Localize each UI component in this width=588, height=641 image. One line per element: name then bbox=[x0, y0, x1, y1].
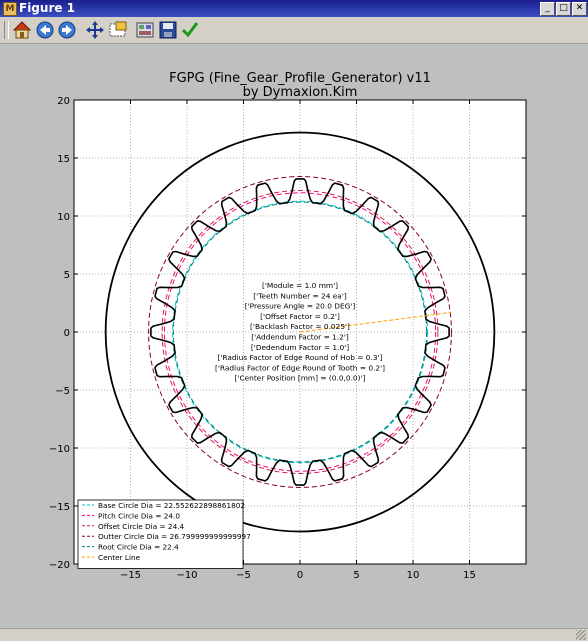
annotation-line: ['Offset Factor = 0.2'] bbox=[260, 312, 340, 321]
edit-button[interactable] bbox=[180, 20, 200, 40]
back-button[interactable] bbox=[35, 20, 55, 40]
back-arrow-icon bbox=[36, 21, 54, 39]
home-button[interactable] bbox=[12, 20, 32, 40]
legend: Base Circle Dia = 22.552622898861802Pitc… bbox=[77, 499, 251, 569]
toolbar bbox=[0, 17, 588, 44]
y-tick-label: 10 bbox=[57, 212, 70, 223]
save-button[interactable] bbox=[158, 20, 178, 40]
zoom-rect-icon bbox=[109, 21, 127, 37]
subplots-button[interactable] bbox=[135, 20, 155, 40]
x-tick-label: −15 bbox=[120, 570, 141, 581]
window-title: Figure 1 bbox=[19, 1, 76, 15]
move-arrows-icon bbox=[86, 21, 104, 39]
annotation-line: ['Center Position [mm] = (0.0,0.0)'] bbox=[235, 374, 366, 383]
maximize-button[interactable]: □ bbox=[556, 2, 571, 16]
save-floppy-icon bbox=[159, 21, 177, 39]
y-tick-label: 20 bbox=[57, 96, 70, 107]
gear-chart[interactable]: FGPG (Fine_Gear_Profile_Generator) v11 b… bbox=[0, 44, 588, 628]
pan-button[interactable] bbox=[85, 20, 105, 40]
app-icon: M bbox=[3, 2, 17, 16]
y-tick-label: 5 bbox=[64, 270, 70, 281]
figure-canvas: FGPG (Fine_Gear_Profile_Generator) v11 b… bbox=[0, 44, 588, 628]
y-tick-label: −20 bbox=[49, 560, 70, 571]
y-tick-label: −5 bbox=[55, 386, 70, 397]
legend-entry: Pitch Circle Dia = 24.0 bbox=[98, 511, 180, 520]
annotation-line: ['Dedendum Factor = 1.0'] bbox=[251, 343, 349, 352]
toolbar-grip bbox=[4, 21, 9, 39]
forward-button[interactable] bbox=[57, 20, 77, 40]
y-tick-label: 0 bbox=[64, 328, 70, 339]
window-titlebar: M Figure 1 _ □ ✕ bbox=[0, 0, 588, 17]
x-tick-label: 15 bbox=[463, 570, 476, 581]
resize-grip[interactable] bbox=[576, 630, 586, 640]
x-tick-label: −10 bbox=[176, 570, 197, 581]
zoom-button[interactable] bbox=[108, 20, 128, 40]
annotation-line: ['Module = 1.0 mm'] bbox=[262, 281, 338, 290]
subplots-config-icon bbox=[136, 22, 154, 38]
annotation-line: ['Teeth Number = 24 ea'] bbox=[253, 291, 347, 300]
x-tick-label: 10 bbox=[407, 570, 420, 581]
annotation-line: ['Addendum Factor = 1.2'] bbox=[251, 333, 349, 342]
minimize-button[interactable]: _ bbox=[540, 2, 555, 16]
annotation-line: ['Backlash Factor = 0.025'] bbox=[250, 322, 350, 331]
checkmark-icon bbox=[181, 22, 199, 38]
legend-entry: Root Circle Dia = 22.4 bbox=[98, 543, 179, 552]
legend-entry: Center Line bbox=[98, 553, 141, 562]
annotation-line: ['Radius Factor of Edge Round of Hob = 0… bbox=[218, 353, 383, 362]
legend-entry: Base Circle Dia = 22.552622898861802 bbox=[98, 501, 245, 510]
status-bar bbox=[0, 628, 588, 641]
x-tick-label: 0 bbox=[297, 570, 303, 581]
y-tick-label: 15 bbox=[57, 154, 70, 165]
x-tick-label: −5 bbox=[236, 570, 251, 581]
home-icon bbox=[12, 21, 32, 39]
legend-entry: Outter Circle Dia = 26.799999999999997 bbox=[98, 532, 251, 541]
annotation-line: ['Radius Factor of Edge Round of Tooth =… bbox=[215, 363, 385, 372]
y-tick-label: −10 bbox=[49, 444, 70, 455]
legend-entry: Offset Circle Dia = 24.4 bbox=[98, 522, 185, 531]
annotation-line: ['Pressure Angle = 20.0 DEG'] bbox=[245, 302, 356, 311]
chart-subtitle: by Dymaxion.Kim bbox=[243, 85, 358, 100]
chart-title: FGPG (Fine_Gear_Profile_Generator) v11 bbox=[169, 71, 431, 86]
y-tick-label: −15 bbox=[49, 502, 70, 513]
forward-arrow-icon bbox=[58, 21, 76, 39]
x-tick-label: 5 bbox=[353, 570, 359, 581]
close-button[interactable]: ✕ bbox=[572, 2, 587, 16]
